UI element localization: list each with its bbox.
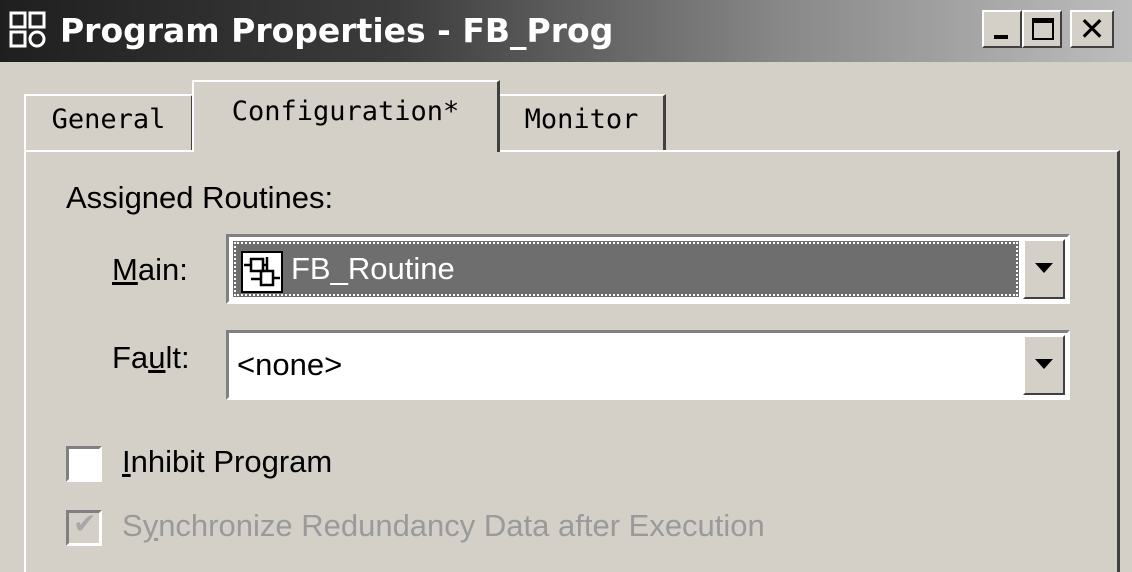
program-properties-icon: [9, 11, 46, 48]
window-title: Program Properties - FB_Prog: [60, 11, 614, 50]
minimize-icon: [994, 35, 1008, 39]
minimize-button[interactable]: [982, 10, 1022, 48]
title-bar[interactable]: Program Properties - FB_Prog ✕: [0, 0, 1132, 62]
tab-monitor[interactable]: Monitor: [498, 94, 666, 150]
tab-general[interactable]: General: [24, 94, 194, 150]
maximize-button[interactable]: [1022, 10, 1062, 48]
active-tab-joint: [194, 148, 497, 154]
tab-configuration[interactable]: Configuration*: [192, 80, 500, 152]
configuration-panel: [24, 150, 1120, 572]
program-properties-dialog: Program Properties - FB_Prog ✕ General C…: [0, 0, 1132, 572]
close-icon: ✕: [1078, 10, 1106, 48]
maximize-icon: [1032, 18, 1054, 40]
close-button[interactable]: ✕: [1070, 10, 1114, 48]
